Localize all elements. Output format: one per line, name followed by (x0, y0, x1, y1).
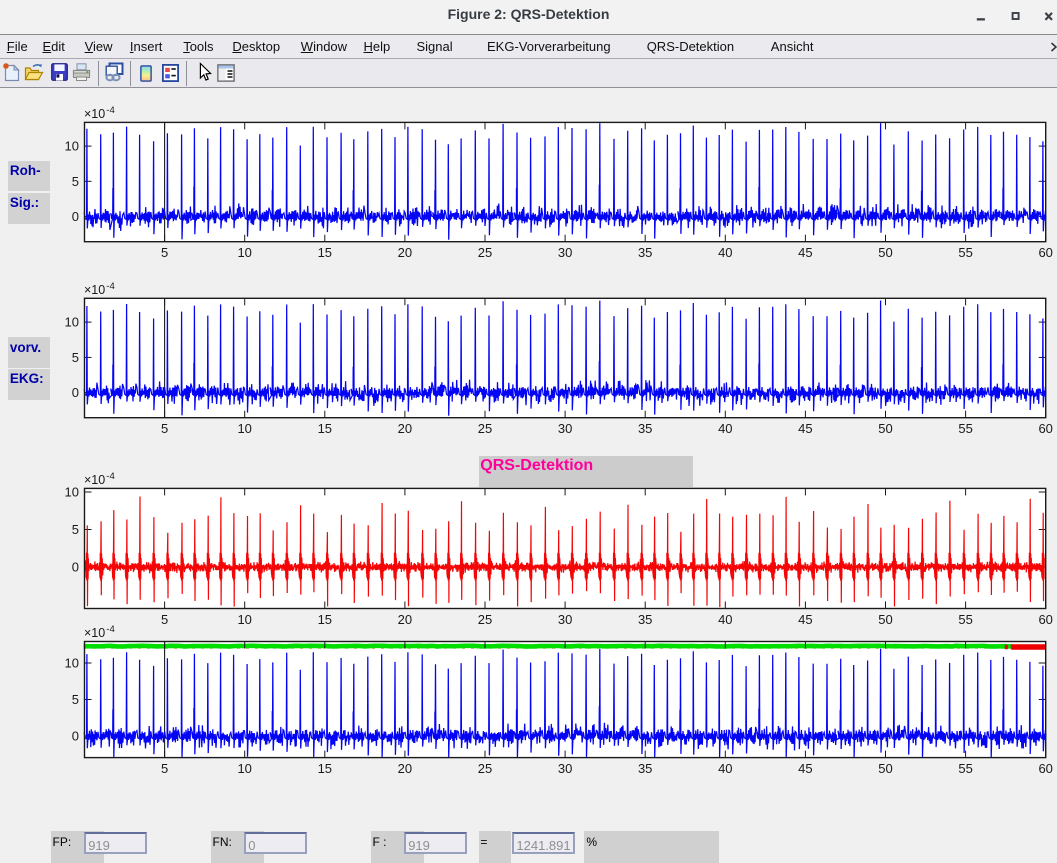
svg-text:5: 5 (161, 761, 168, 776)
svg-text:30: 30 (558, 761, 572, 776)
svg-text:15: 15 (318, 421, 332, 436)
svg-text:45: 45 (798, 245, 812, 260)
svg-text:45: 45 (798, 761, 812, 776)
svg-text:55: 55 (958, 245, 972, 260)
svg-text:0: 0 (72, 385, 79, 400)
svg-text:35: 35 (638, 761, 652, 776)
svg-text:-4: -4 (106, 281, 114, 292)
svg-text:10: 10 (65, 485, 79, 500)
svg-text:10: 10 (237, 421, 251, 436)
svg-text:50: 50 (878, 245, 892, 260)
svg-text:35: 35 (638, 612, 652, 627)
svg-text:5: 5 (72, 174, 79, 189)
svg-text:60: 60 (1038, 612, 1052, 627)
svg-text:30: 30 (558, 612, 572, 627)
svg-text:60: 60 (1038, 761, 1052, 776)
svg-text:45: 45 (798, 421, 812, 436)
svg-text:×10: ×10 (84, 473, 105, 487)
svg-text:10: 10 (237, 761, 251, 776)
svg-text:50: 50 (878, 421, 892, 436)
svg-text:×10: ×10 (84, 107, 105, 121)
svg-text:40: 40 (718, 421, 732, 436)
svg-text:25: 25 (478, 421, 492, 436)
svg-text:60: 60 (1038, 421, 1052, 436)
svg-text:5: 5 (161, 421, 168, 436)
svg-text:10: 10 (237, 245, 251, 260)
svg-text:5: 5 (161, 612, 168, 627)
svg-text:10: 10 (65, 139, 79, 154)
svg-text:25: 25 (478, 245, 492, 260)
svg-text:40: 40 (718, 612, 732, 627)
svg-text:30: 30 (558, 421, 572, 436)
svg-text:40: 40 (718, 245, 732, 260)
svg-text:15: 15 (318, 245, 332, 260)
svg-text:20: 20 (398, 245, 412, 260)
svg-text:0: 0 (72, 729, 79, 744)
svg-text:5: 5 (72, 350, 79, 365)
svg-text:5: 5 (161, 245, 168, 260)
svg-text:35: 35 (638, 245, 652, 260)
svg-text:50: 50 (878, 612, 892, 627)
svg-text:5: 5 (72, 522, 79, 537)
svg-text:×10: ×10 (84, 626, 105, 640)
svg-text:30: 30 (558, 245, 572, 260)
svg-text:10: 10 (65, 315, 79, 330)
svg-text:20: 20 (398, 421, 412, 436)
svg-text:-4: -4 (106, 105, 114, 116)
svg-text:25: 25 (478, 761, 492, 776)
svg-text:15: 15 (318, 761, 332, 776)
svg-text:-4: -4 (106, 471, 114, 482)
svg-text:15: 15 (318, 612, 332, 627)
svg-text:5: 5 (72, 692, 79, 707)
svg-text:10: 10 (237, 612, 251, 627)
svg-text:60: 60 (1038, 245, 1052, 260)
svg-text:50: 50 (878, 761, 892, 776)
svg-text:55: 55 (958, 612, 972, 627)
svg-text:55: 55 (958, 421, 972, 436)
svg-text:55: 55 (958, 761, 972, 776)
svg-text:×10: ×10 (84, 283, 105, 297)
svg-text:20: 20 (398, 761, 412, 776)
svg-text:35: 35 (638, 421, 652, 436)
svg-text:10: 10 (65, 656, 79, 671)
svg-text:25: 25 (478, 612, 492, 627)
svg-text:0: 0 (72, 560, 79, 575)
svg-text:40: 40 (718, 761, 732, 776)
svg-text:-4: -4 (106, 624, 114, 635)
svg-text:45: 45 (798, 612, 812, 627)
svg-text:0: 0 (72, 209, 79, 224)
svg-text:20: 20 (398, 612, 412, 627)
